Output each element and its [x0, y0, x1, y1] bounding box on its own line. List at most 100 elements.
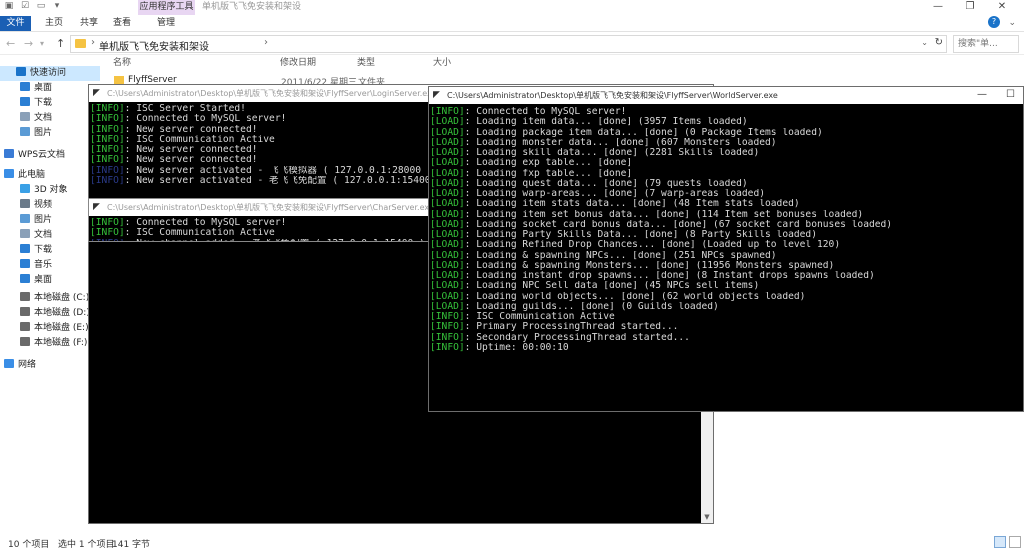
new-folder-icon[interactable]: ▭ — [36, 1, 46, 12]
console-line: [INFO]: Connected to MySQL server! — [90, 218, 439, 228]
console-line: [INFO]: New channel added - 老飞飞免配置 ( 127… — [90, 239, 439, 242]
contextual-tab-app-tools[interactable]: 应用程序工具 — [138, 0, 195, 15]
log-message: : Connected to MySQL server! — [124, 114, 287, 125]
console-titlebar[interactable]: ◤ C:\Users\Administrator\Desktop\单机版飞飞免安… — [89, 199, 439, 216]
tab-view[interactable]: 查看 — [111, 16, 133, 31]
sidebar-item[interactable]: 3D 对象 — [20, 183, 68, 198]
recent-locations-icon[interactable]: ▾ — [40, 37, 44, 51]
log-message: : Loading item data... [done] (3957 Item… — [464, 117, 748, 128]
sidebar-item-label: 此电脑 — [18, 170, 46, 180]
sidebar-item[interactable]: 此电脑 — [4, 168, 45, 183]
console-line: [LOAD]: Loading guilds... [done] (0 Guil… — [430, 301, 1023, 312]
video-icon — [20, 199, 30, 208]
console-title: C:\Users\Administrator\Desktop\单机版飞飞免安装和… — [107, 203, 434, 212]
log-level-tag: [INFO] — [430, 107, 465, 117]
log-level-tag: [INFO] — [430, 312, 465, 322]
breadcrumb-separator-icon[interactable]: › — [264, 37, 268, 48]
console-titlebar[interactable]: ◤ C:\Users\Administrator\Desktop\单机版飞飞免安… — [429, 87, 1023, 104]
tab-file[interactable]: 文件 — [0, 16, 31, 31]
expand-ribbon-icon[interactable]: ⌄ — [1008, 18, 1016, 28]
large-icons-view-icon[interactable] — [1009, 536, 1021, 548]
desktop-icon — [20, 274, 30, 283]
sidebar-item[interactable]: 桌面 — [20, 273, 52, 288]
address-bar[interactable]: › 单机版飞飞免安装和架设 › ⌄ ↻ — [70, 35, 947, 53]
log-message: : New server connected! — [124, 124, 258, 135]
chevron-down-icon[interactable]: ▾ — [52, 1, 62, 12]
sidebar-item-label: 视频 — [34, 200, 53, 210]
help-icon[interactable]: ? — [988, 16, 1000, 28]
column-header-date[interactable]: 修改日期 — [280, 57, 316, 69]
console-line: [LOAD]: Loading NPC Sell data [done] (45… — [430, 281, 1023, 291]
scroll-down-icon[interactable]: ▼ — [701, 513, 713, 521]
console-line: [INFO]: ISC Communication Active — [430, 312, 1023, 322]
tab-share[interactable]: 共享 — [78, 16, 100, 31]
console-charserver[interactable]: ◤ C:\Users\Administrator\Desktop\单机版飞飞免安… — [88, 198, 440, 242]
console-line: [LOAD]: Loading package item data... [do… — [430, 128, 1023, 138]
console-line: [INFO]: Uptime: 00:00:10 — [430, 343, 1023, 353]
folder-icon — [75, 39, 86, 48]
sidebar-item[interactable]: 本地磁盘 (F:) — [20, 336, 87, 351]
sidebar-item[interactable]: WPS云文档 — [4, 148, 65, 163]
console-line: [LOAD]: Loading exp table... [done] — [430, 158, 1023, 168]
sidebar-item[interactable]: 图片 — [20, 126, 52, 141]
address-bar-row: ← → ▾ ↑ › 单机版飞飞免安装和架设 › ⌄ ↻ 搜索"单... — [0, 33, 1024, 55]
refresh-icon[interactable]: ↻ — [935, 37, 943, 48]
download-icon — [20, 244, 30, 253]
sidebar-item[interactable]: 快速访问 — [0, 66, 100, 81]
sidebar-item[interactable]: 音乐 — [20, 258, 52, 273]
log-level-tag: [LOAD] — [430, 148, 465, 158]
log-message: : Loading guilds... [done] (0 Guilds loa… — [464, 301, 719, 312]
log-message: : Loading Party Skills Data... [done] (8… — [464, 230, 817, 240]
log-message: : Loading world objects... [done] (62 wo… — [464, 291, 806, 302]
properties-icon[interactable]: ☑ — [20, 1, 30, 12]
maximize-icon[interactable]: ☐ — [1006, 87, 1015, 103]
sidebar-item[interactable]: 下载 — [20, 96, 52, 111]
sidebar-item[interactable]: 图片 — [20, 213, 52, 228]
music-icon — [20, 259, 30, 268]
sidebar-item-label: 本地磁盘 (F:) — [34, 338, 88, 348]
sidebar-item[interactable]: 视频 — [20, 198, 52, 213]
search-input[interactable]: 搜索"单... — [953, 35, 1019, 53]
minimize-icon[interactable]: — — [922, 0, 954, 14]
sidebar-item[interactable]: 本地磁盘 (C:) — [20, 291, 89, 306]
column-header-type[interactable]: 类型 — [357, 57, 375, 69]
save-icon[interactable]: ▣ — [4, 1, 14, 12]
sidebar-item-label: 文档 — [34, 230, 53, 240]
maximize-icon[interactable]: ❐ — [954, 0, 986, 14]
minimize-icon[interactable]: — — [977, 87, 987, 103]
sidebar-item[interactable]: 文档 — [20, 228, 52, 243]
sidebar-item[interactable]: 文档 — [20, 111, 52, 126]
console-app-icon: ◤ — [93, 88, 100, 98]
console-line: [LOAD]: Loading item set bonus data... [… — [430, 210, 1023, 220]
tab-home[interactable]: 主页 — [43, 16, 65, 31]
quick-access-toolbar: ▣ ☑ ▭ ▾ — [4, 1, 62, 12]
log-message: : Loading warp-areas... [done] (7 warp-a… — [464, 189, 766, 199]
window-controls: — ❐ ✕ — [922, 0, 1018, 14]
column-header-name[interactable]: 名称 — [113, 57, 131, 69]
network-icon — [4, 359, 14, 368]
console-line: [LOAD]: Loading skill data... [done] (22… — [430, 148, 1023, 158]
breadcrumb-current[interactable]: 单机版飞飞免安装和架设 — [99, 38, 209, 53]
column-header-size[interactable]: 大小 — [433, 57, 451, 69]
console-line: [INFO]: Secondary ProcessingThread start… — [430, 333, 1023, 343]
forward-arrow-icon[interactable]: → — [24, 37, 33, 51]
breadcrumb-separator-icon[interactable]: › — [91, 37, 95, 48]
console-line: [LOAD]: Loading world objects... [done] … — [430, 291, 1023, 302]
log-message: : Loading Refined Drop Chances... [done]… — [464, 240, 841, 251]
details-view-icon[interactable] — [994, 536, 1006, 548]
console-worldserver[interactable]: ◤ C:\Users\Administrator\Desktop\单机版飞飞免安… — [428, 86, 1024, 412]
console-line: [LOAD]: Loading & spawning Monsters... [… — [430, 261, 1023, 271]
sidebar-item[interactable]: 本地磁盘 (E:) — [20, 321, 89, 336]
address-dropdown-icon[interactable]: ⌄ — [921, 38, 928, 47]
sidebar-item[interactable]: 桌面 — [20, 81, 52, 96]
close-icon[interactable]: ✕ — [986, 0, 1018, 14]
back-arrow-icon[interactable]: ← — [6, 37, 15, 51]
tab-manage[interactable]: 管理 — [151, 16, 181, 31]
log-level-tag: [INFO] — [90, 175, 125, 186]
sidebar-item[interactable]: 本地磁盘 (D:) — [20, 306, 90, 321]
sidebar-item[interactable]: 下载 — [20, 243, 52, 258]
up-arrow-icon[interactable]: ↑ — [56, 37, 65, 51]
console-line: [INFO]: Primary ProcessingThread started… — [430, 322, 1023, 332]
sidebar-item[interactable]: 网络 — [4, 358, 36, 373]
sidebar-item-label: 桌面 — [34, 83, 53, 93]
